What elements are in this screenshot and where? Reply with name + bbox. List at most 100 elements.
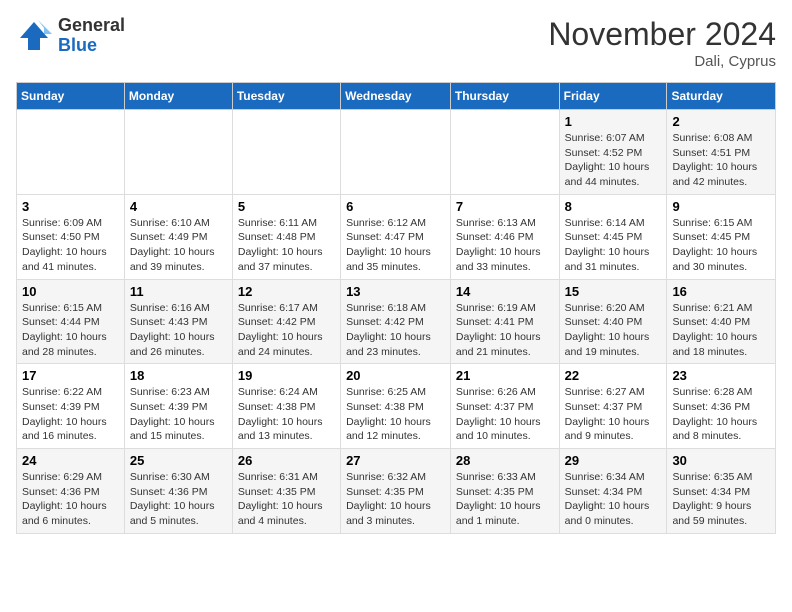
day-number: 10 xyxy=(22,284,119,299)
calendar-cell: 24Sunrise: 6:29 AMSunset: 4:36 PMDayligh… xyxy=(17,449,125,534)
day-info: Sunrise: 6:22 AMSunset: 4:39 PMDaylight:… xyxy=(22,385,119,444)
day-info: Sunrise: 6:21 AMSunset: 4:40 PMDaylight:… xyxy=(672,301,770,360)
day-number: 9 xyxy=(672,199,770,214)
calendar-cell: 13 Sunrise: 6:18 AMSunset: 4:42 PMDayligh… xyxy=(341,279,451,364)
day-info: Sunrise: 6:15 AMSunset: 4:45 PMDaylight:… xyxy=(672,216,770,275)
day-number: 27 xyxy=(346,453,445,468)
day-number: 1 xyxy=(565,114,662,129)
weekday-header-row: SundayMondayTuesdayWednesdayThursdayFrid… xyxy=(17,83,776,110)
day-info: Sunrise: 6:32 AMSunset: 4:35 PMDaylight:… xyxy=(346,470,445,529)
month-title: November 2024 xyxy=(548,16,776,53)
day-number: 29 xyxy=(565,453,662,468)
day-info: Sunrise: 6:13 AMSunset: 4:46 PMDaylight:… xyxy=(456,216,554,275)
day-info: Sunrise: 6:30 AMSunset: 4:36 PMDaylight:… xyxy=(130,470,227,529)
day-info: Sunrise: 6:33 AMSunset: 4:35 PMDaylight:… xyxy=(456,470,554,529)
calendar-cell: 7 Sunrise: 6:13 AMSunset: 4:46 PMDaylight… xyxy=(450,194,559,279)
day-number: 21 xyxy=(456,368,554,383)
calendar-cell: 17 Sunrise: 6:22 AMSunset: 4:39 PMDayligh… xyxy=(17,364,125,449)
day-number: 2 xyxy=(672,114,770,129)
day-number: 3 xyxy=(22,199,119,214)
day-number: 17 xyxy=(22,368,119,383)
weekday-header-friday: Friday xyxy=(559,83,667,110)
day-info: Sunrise: 6:25 AMSunset: 4:38 PMDaylight:… xyxy=(346,385,445,444)
logo-icon xyxy=(16,18,52,54)
day-number: 6 xyxy=(346,199,445,214)
day-number: 14 xyxy=(456,284,554,299)
calendar-cell: 20 Sunrise: 6:25 AMSunset: 4:38 PMDayligh… xyxy=(341,364,451,449)
calendar-cell: 22Sunrise: 6:27 AMSunset: 4:37 PMDayligh… xyxy=(559,364,667,449)
day-info: Sunrise: 6:07 AMSunset: 4:52 PMDaylight:… xyxy=(565,131,662,190)
day-number: 28 xyxy=(456,453,554,468)
day-number: 5 xyxy=(238,199,335,214)
calendar-cell: 10 Sunrise: 6:15 AMSunset: 4:44 PMDayligh… xyxy=(17,279,125,364)
day-info: Sunrise: 6:17 AMSunset: 4:42 PMDaylight:… xyxy=(238,301,335,360)
day-info: Sunrise: 6:20 AMSunset: 4:40 PMDaylight:… xyxy=(565,301,662,360)
calendar-cell: 19Sunrise: 6:24 AMSunset: 4:38 PMDayligh… xyxy=(232,364,340,449)
calendar-cell: 21Sunrise: 6:26 AMSunset: 4:37 PMDayligh… xyxy=(450,364,559,449)
calendar-cell: 30Sunrise: 6:35 AMSunset: 4:34 PMDayligh… xyxy=(667,449,776,534)
calendar-table: SundayMondayTuesdayWednesdayThursdayFrid… xyxy=(16,82,776,534)
week-row-1: 1 Sunrise: 6:07 AMSunset: 4:52 PMDaylight… xyxy=(17,110,776,195)
day-info: Sunrise: 6:10 AMSunset: 4:49 PMDaylight:… xyxy=(130,216,227,275)
calendar-cell: 18 Sunrise: 6:23 AMSunset: 4:39 PMDayligh… xyxy=(124,364,232,449)
day-number: 18 xyxy=(130,368,227,383)
calendar-cell: 29Sunrise: 6:34 AMSunset: 4:34 PMDayligh… xyxy=(559,449,667,534)
day-number: 7 xyxy=(456,199,554,214)
calendar-cell: 27 Sunrise: 6:32 AMSunset: 4:35 PMDayligh… xyxy=(341,449,451,534)
calendar-cell xyxy=(450,110,559,195)
calendar-cell: 11Sunrise: 6:16 AMSunset: 4:43 PMDayligh… xyxy=(124,279,232,364)
day-number: 8 xyxy=(565,199,662,214)
calendar-cell: 2 Sunrise: 6:08 AMSunset: 4:51 PMDaylight… xyxy=(667,110,776,195)
calendar-cell: 1 Sunrise: 6:07 AMSunset: 4:52 PMDaylight… xyxy=(559,110,667,195)
weekday-header-tuesday: Tuesday xyxy=(232,83,340,110)
calendar-cell: 4 Sunrise: 6:10 AMSunset: 4:49 PMDaylight… xyxy=(124,194,232,279)
week-row-5: 24Sunrise: 6:29 AMSunset: 4:36 PMDayligh… xyxy=(17,449,776,534)
day-number: 20 xyxy=(346,368,445,383)
logo-text: General Blue xyxy=(58,16,125,56)
day-number: 4 xyxy=(130,199,227,214)
day-number: 26 xyxy=(238,453,335,468)
day-info: Sunrise: 6:14 AMSunset: 4:45 PMDaylight:… xyxy=(565,216,662,275)
calendar-cell: 28 Sunrise: 6:33 AMSunset: 4:35 PMDayligh… xyxy=(450,449,559,534)
calendar-cell: 6 Sunrise: 6:12 AMSunset: 4:47 PMDaylight… xyxy=(341,194,451,279)
day-number: 15 xyxy=(565,284,662,299)
calendar-cell xyxy=(17,110,125,195)
calendar-cell: 5 Sunrise: 6:11 AMSunset: 4:48 PMDaylight… xyxy=(232,194,340,279)
weekday-header-sunday: Sunday xyxy=(17,83,125,110)
day-info: Sunrise: 6:15 AMSunset: 4:44 PMDaylight:… xyxy=(22,301,119,360)
day-number: 13 xyxy=(346,284,445,299)
title-area: November 2024 Dali, Cyprus xyxy=(548,16,776,70)
day-info: Sunrise: 6:28 AMSunset: 4:36 PMDaylight:… xyxy=(672,385,770,444)
day-info: Sunrise: 6:31 AMSunset: 4:35 PMDaylight:… xyxy=(238,470,335,529)
day-info: Sunrise: 6:35 AMSunset: 4:34 PMDaylight:… xyxy=(672,470,770,529)
day-number: 24 xyxy=(22,453,119,468)
day-number: 22 xyxy=(565,368,662,383)
week-row-2: 3 Sunrise: 6:09 AMSunset: 4:50 PMDaylight… xyxy=(17,194,776,279)
calendar-cell: 14 Sunrise: 6:19 AMSunset: 4:41 PMDayligh… xyxy=(450,279,559,364)
day-info: Sunrise: 6:09 AMSunset: 4:50 PMDaylight:… xyxy=(22,216,119,275)
calendar-cell: 3 Sunrise: 6:09 AMSunset: 4:50 PMDaylight… xyxy=(17,194,125,279)
weekday-header-saturday: Saturday xyxy=(667,83,776,110)
day-number: 16 xyxy=(672,284,770,299)
day-info: Sunrise: 6:11 AMSunset: 4:48 PMDaylight:… xyxy=(238,216,335,275)
day-number: 11 xyxy=(130,284,227,299)
day-number: 25 xyxy=(130,453,227,468)
day-info: Sunrise: 6:12 AMSunset: 4:47 PMDaylight:… xyxy=(346,216,445,275)
calendar-cell: 15 Sunrise: 6:20 AMSunset: 4:40 PMDayligh… xyxy=(559,279,667,364)
location: Dali, Cyprus xyxy=(548,53,776,70)
calendar-cell xyxy=(232,110,340,195)
logo: General Blue xyxy=(16,16,125,56)
day-info: Sunrise: 6:23 AMSunset: 4:39 PMDaylight:… xyxy=(130,385,227,444)
calendar-cell: 12Sunrise: 6:17 AMSunset: 4:42 PMDayligh… xyxy=(232,279,340,364)
day-info: Sunrise: 6:19 AMSunset: 4:41 PMDaylight:… xyxy=(456,301,554,360)
day-info: Sunrise: 6:24 AMSunset: 4:38 PMDaylight:… xyxy=(238,385,335,444)
weekday-header-thursday: Thursday xyxy=(450,83,559,110)
week-row-3: 10 Sunrise: 6:15 AMSunset: 4:44 PMDayligh… xyxy=(17,279,776,364)
week-row-4: 17 Sunrise: 6:22 AMSunset: 4:39 PMDayligh… xyxy=(17,364,776,449)
day-info: Sunrise: 6:18 AMSunset: 4:42 PMDaylight:… xyxy=(346,301,445,360)
calendar-cell: 9 Sunrise: 6:15 AMSunset: 4:45 PMDaylight… xyxy=(667,194,776,279)
calendar-cell: 16 Sunrise: 6:21 AMSunset: 4:40 PMDayligh… xyxy=(667,279,776,364)
day-info: Sunrise: 6:08 AMSunset: 4:51 PMDaylight:… xyxy=(672,131,770,190)
calendar-cell xyxy=(341,110,451,195)
weekday-header-monday: Monday xyxy=(124,83,232,110)
